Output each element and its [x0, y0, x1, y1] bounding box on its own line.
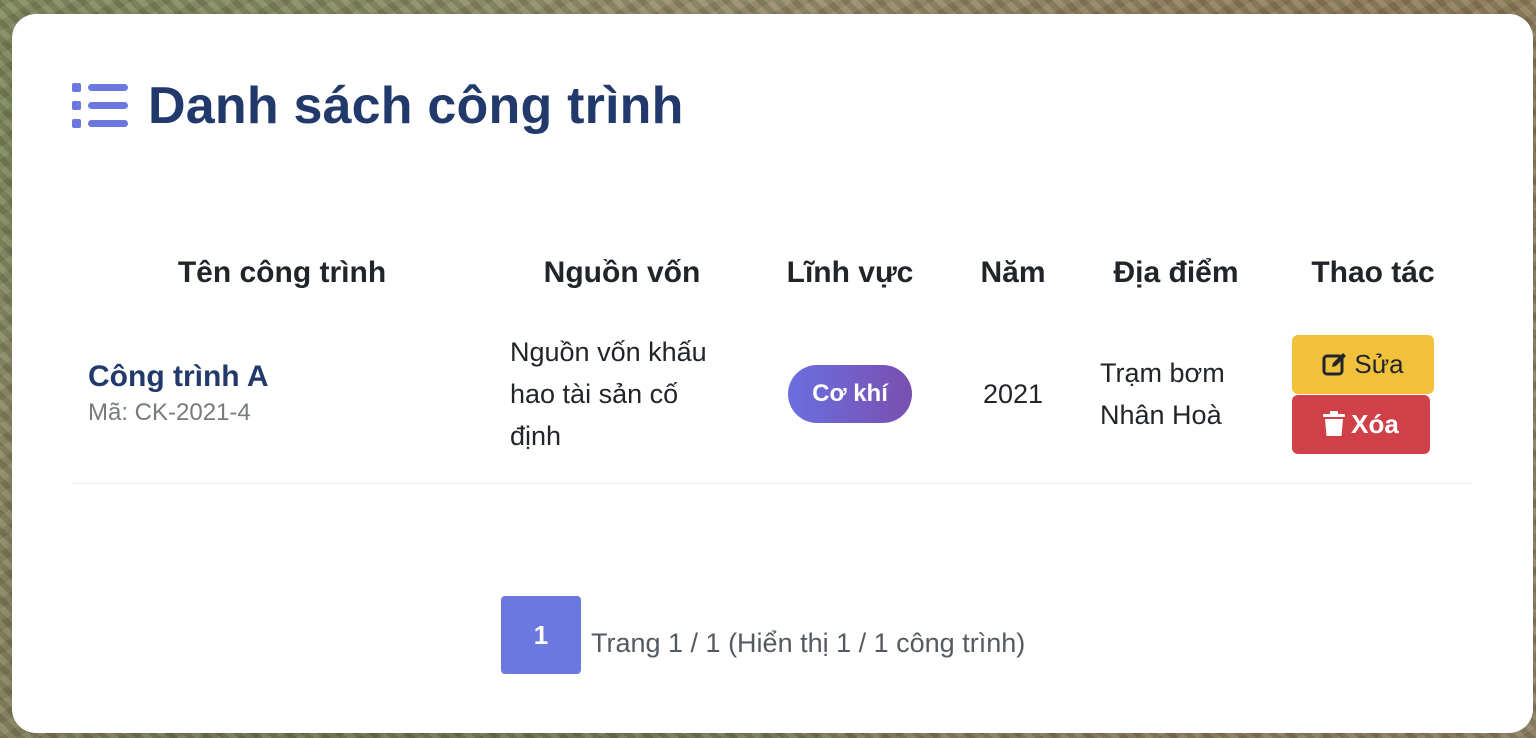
column-header-location: Địa điểm — [1113, 256, 1239, 289]
edit-button-label: Sửa — [1354, 348, 1404, 379]
table-row: Công trình A Mã: CK-2021-4 Nguồn vốn khấ… — [72, 306, 1472, 483]
page-header: Danh sách công trình — [72, 76, 684, 136]
field-badge: Cơ khí — [788, 365, 912, 424]
delete-button-label: Xóa — [1351, 408, 1399, 439]
column-header-source: Nguồn vốn — [543, 256, 701, 289]
year-cell: 2021 — [982, 378, 1044, 409]
location: Trạm bơm Nhân Hoà — [1100, 358, 1225, 431]
project-code: Mã: CK-2021-4 — [88, 399, 251, 427]
pagination: 1 Trang 1 / 1 (Hiển thị 1 / 1 công trình… — [501, 596, 1025, 674]
field-cell: Cơ khí — [752, 306, 948, 483]
actions-cell: Sửa Xóa — [1274, 306, 1472, 483]
trash-icon — [1323, 411, 1346, 437]
page-title: Danh sách công trình — [148, 77, 684, 135]
edit-button[interactable]: Sửa — [1292, 334, 1434, 394]
edit-icon — [1322, 353, 1347, 376]
delete-button[interactable]: Xóa — [1292, 394, 1430, 454]
pagination-info: Trang 1 / 1 (Hiển thị 1 / 1 công trình) — [591, 627, 1026, 658]
column-header-name: Tên công trình — [177, 256, 387, 289]
project-name-cell: Công trình A Mã: CK-2021-4 — [72, 306, 492, 483]
funding-source: Nguồn vốn khấu hao tài sản cố định — [510, 337, 707, 452]
project-list-card: Danh sách công trình Tên công trình Nguồ… — [12, 14, 1533, 733]
column-header-year: Năm — [980, 256, 1046, 289]
column-header-field: Lĩnh vực — [786, 256, 914, 289]
column-header-actions: Thao tác — [1311, 256, 1435, 289]
funding-source-cell: Nguồn vốn khấu hao tài sản cố định — [492, 306, 752, 483]
project-name: Công trình A — [88, 360, 269, 394]
list-icon — [72, 83, 128, 128]
page-button-current[interactable]: 1 — [501, 596, 581, 674]
location-cell: Trạm bơm Nhân Hoà — [1078, 306, 1274, 483]
table-header-row: Tên công trình Nguồn vốn Lĩnh vực Năm Đị… — [72, 240, 1472, 306]
projects-table: Tên công trình Nguồn vốn Lĩnh vực Năm Đị… — [72, 240, 1472, 484]
